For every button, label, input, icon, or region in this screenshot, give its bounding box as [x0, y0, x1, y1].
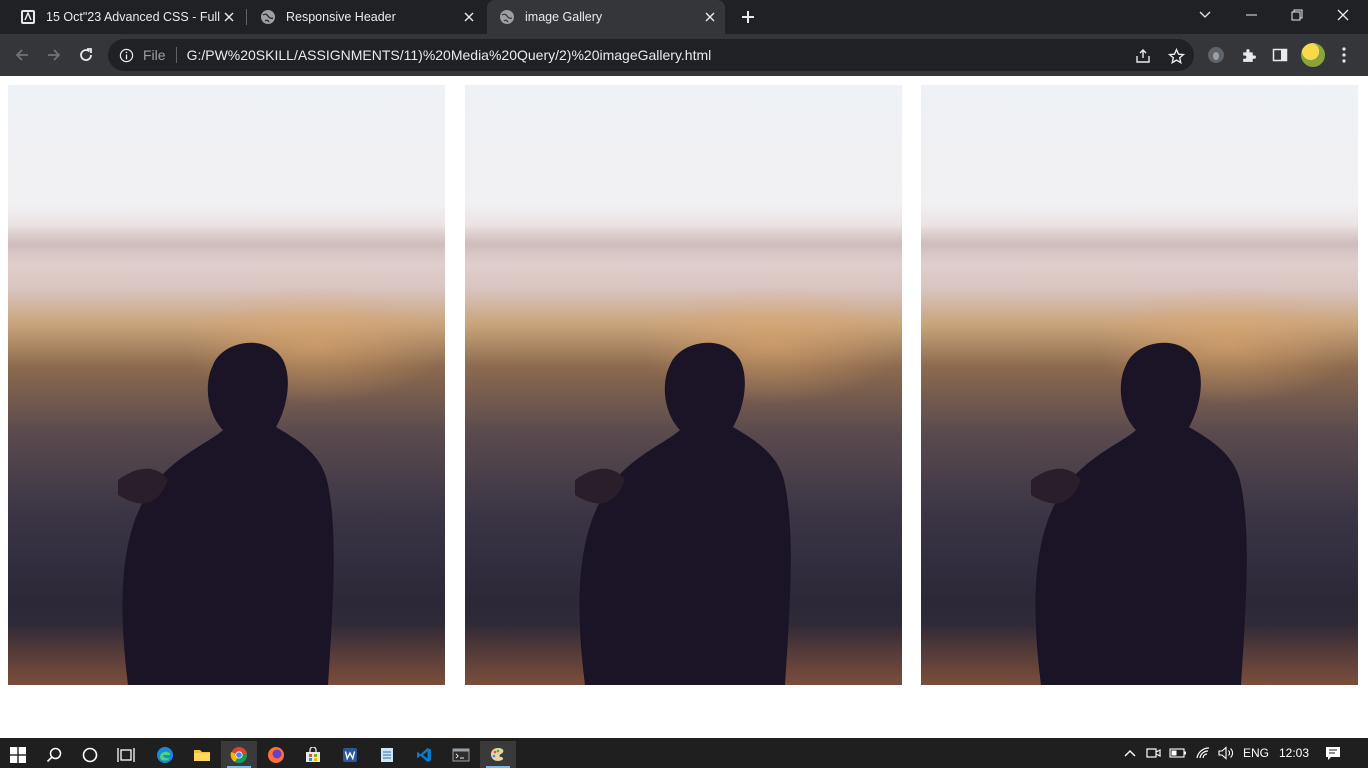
tab-search-button[interactable]	[1182, 0, 1228, 30]
folder-icon	[194, 749, 210, 761]
windows-logo-icon	[10, 746, 26, 763]
reload-button[interactable]	[74, 43, 98, 67]
action-center-button[interactable]	[1318, 738, 1348, 768]
share-icon[interactable]	[1134, 47, 1152, 65]
gallery-image-1	[8, 85, 445, 685]
search-button[interactable]	[36, 741, 72, 768]
task-view-icon	[117, 747, 135, 762]
back-button[interactable]	[10, 43, 34, 67]
notepad-icon	[381, 747, 393, 762]
edge-app[interactable]	[147, 741, 183, 768]
reload-icon	[80, 48, 92, 61]
search-icon	[46, 747, 62, 762]
cortana-circle-icon	[82, 747, 98, 762]
tab-title: 15 Oct"23 Advanced CSS - Full S	[46, 10, 220, 24]
volume-button[interactable]	[1216, 738, 1238, 768]
plus-icon	[742, 11, 754, 23]
terminal-icon	[452, 748, 470, 761]
tab-divider	[246, 9, 247, 25]
person-silhouette-illustration	[118, 342, 334, 685]
paint-palette-icon	[491, 747, 504, 761]
close-window-button[interactable]	[1320, 0, 1366, 30]
start-button[interactable]	[0, 741, 36, 768]
side-panel-icon[interactable]	[1270, 45, 1290, 65]
edge-icon	[157, 746, 173, 763]
close-icon[interactable]	[220, 8, 238, 26]
arrow-right-icon	[48, 49, 61, 61]
tab-title: Responsive Header	[286, 10, 396, 24]
gallery-image-3	[921, 85, 1358, 685]
notes-app[interactable]	[369, 741, 405, 768]
close-icon[interactable]	[701, 8, 719, 26]
windows-taskbar: ENG 12:03	[0, 738, 1368, 768]
globe-icon	[500, 10, 514, 24]
tab-image-gallery[interactable]: image Gallery	[487, 0, 725, 34]
profile-avatar[interactable]	[1301, 43, 1325, 67]
meet-now-button[interactable]	[1144, 738, 1164, 768]
network-button[interactable]	[1192, 738, 1214, 768]
person-silhouette-illustration	[575, 342, 791, 685]
tab-title: image Gallery	[525, 10, 603, 24]
extension-icon[interactable]	[1206, 45, 1226, 65]
minimize-icon	[1245, 14, 1257, 16]
globe-icon	[261, 10, 275, 24]
document-favicon-icon	[21, 10, 35, 24]
word-app[interactable]	[332, 741, 368, 768]
person-silhouette-illustration	[1031, 342, 1247, 685]
new-tab-button[interactable]	[736, 6, 760, 28]
battery-icon	[1169, 748, 1186, 758]
store-app[interactable]	[295, 741, 331, 768]
chevron-down-icon	[1199, 11, 1211, 18]
more-menu-icon[interactable]	[1334, 45, 1354, 65]
chrome-app[interactable]	[221, 741, 257, 768]
paint-app[interactable]	[480, 741, 516, 768]
tab-responsive-header[interactable]: Responsive Header	[248, 0, 484, 34]
chevron-up-icon	[1124, 750, 1136, 757]
minimize-button[interactable]	[1228, 0, 1274, 30]
tab-advanced-css[interactable]: 15 Oct"23 Advanced CSS - Full S	[8, 0, 244, 34]
chrome-icon	[230, 746, 247, 763]
extensions-puzzle-icon[interactable]	[1238, 45, 1258, 65]
firefox-app[interactable]	[258, 741, 294, 768]
word-icon	[343, 747, 357, 762]
task-view-button[interactable]	[108, 741, 144, 768]
address-bar[interactable]: File G:/PW%20SKILL/ASSIGNMENTS/11)%20Med…	[108, 39, 1194, 71]
wifi-icon	[1196, 747, 1210, 759]
show-hidden-icons-button[interactable]	[1120, 738, 1140, 768]
camera-icon	[1146, 748, 1161, 758]
speaker-icon	[1218, 746, 1233, 760]
restore-button[interactable]	[1274, 0, 1320, 30]
close-icon	[1337, 9, 1349, 21]
url-text[interactable]: G:/PW%20SKILL/ASSIGNMENTS/11)%20Media%20…	[187, 47, 712, 63]
notification-icon	[1326, 746, 1340, 760]
scheme-label: File	[143, 47, 166, 63]
store-bag-icon	[306, 746, 320, 762]
forward-button[interactable]	[42, 43, 66, 67]
close-icon[interactable]	[460, 8, 478, 26]
battery-button[interactable]	[1168, 738, 1188, 768]
browser-tab-strip: 15 Oct"23 Advanced CSS - Full S Responsi…	[0, 0, 1368, 34]
vscode-icon	[417, 747, 431, 762]
terminal-app[interactable]	[443, 741, 479, 768]
file-explorer-app[interactable]	[184, 741, 220, 768]
info-icon[interactable]	[119, 47, 135, 63]
gallery-image-2	[465, 85, 902, 685]
bookmark-star-icon[interactable]	[1167, 47, 1185, 65]
firefox-icon	[268, 746, 284, 763]
browser-toolbar: File G:/PW%20SKILL/ASSIGNMENTS/11)%20Med…	[0, 34, 1368, 76]
input-language-indicator[interactable]: ENG	[1240, 738, 1272, 768]
arrow-left-icon	[15, 49, 28, 61]
omnibox-divider	[175, 47, 177, 63]
cortana-button[interactable]	[72, 741, 108, 768]
page-viewport	[0, 76, 1368, 738]
system-clock[interactable]: 12:03	[1276, 738, 1312, 768]
restore-icon	[1291, 9, 1303, 21]
vscode-app[interactable]	[406, 741, 442, 768]
